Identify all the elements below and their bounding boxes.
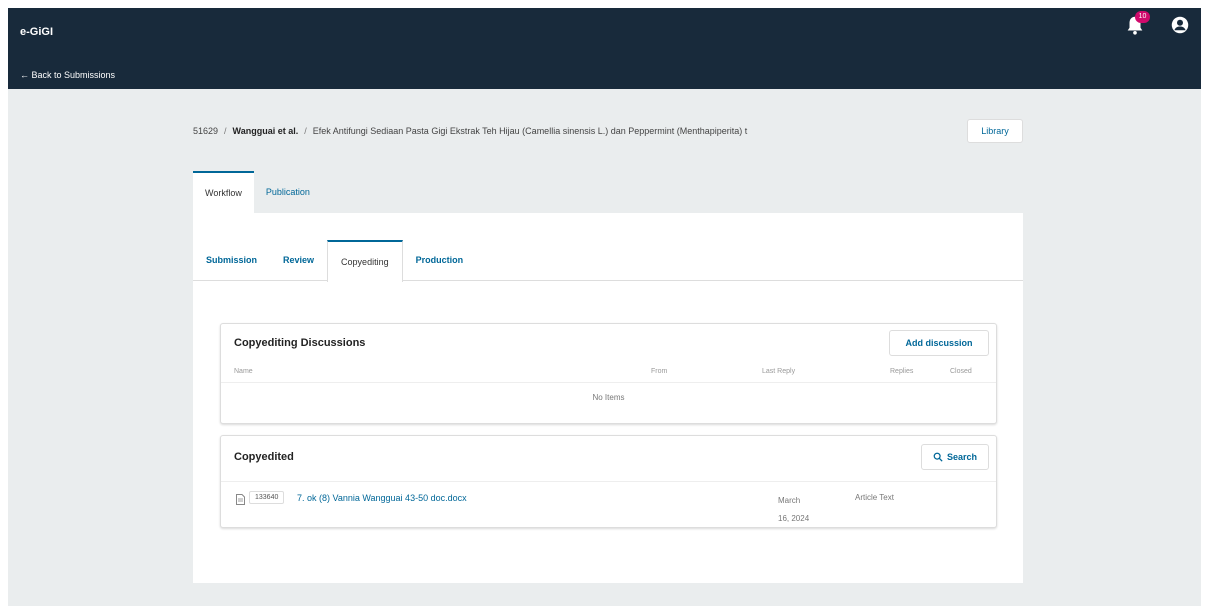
submission-header: 51629 / Wangguai et al. / Efek Antifungi… [193,124,963,138]
submission-author: Wangguai et al. [232,126,299,136]
submission-title: Efek Antifungi Sediaan Pasta Gigi Ekstra… [312,126,748,136]
search-button[interactable]: Search [921,444,989,470]
main-tabs: Workflow Publication [193,171,322,213]
breadcrumb-separator: / [304,126,307,136]
tab-publication[interactable]: Publication [254,171,322,213]
file-row: 133640 7. ok (8) Vannia Wangguai 43-50 d… [221,481,996,529]
file-type: Article Text [855,493,894,502]
file-date-line: 16, 2024 [778,514,810,523]
column-header-name: Name [234,368,253,375]
site-brand[interactable]: e-GiGI [20,26,53,38]
file-date-line: March [778,496,801,505]
column-header-from: From [651,368,668,375]
tab-production[interactable]: Production [403,240,477,280]
add-discussion-button[interactable]: Add discussion [889,330,989,356]
notification-count-badge: 10 [1135,11,1150,23]
workflow-panel: Submission Review Copyediting Production… [193,213,1023,583]
empty-row: No Items [221,382,996,412]
file-name-link[interactable]: 7. ok (8) Vannia Wangguai 43-50 doc.docx [297,493,467,503]
discussions-title: Copyediting Discussions [234,337,366,349]
copyedited-card: Copyedited Search 133640 7. ok (8) Vanni… [220,435,997,528]
back-to-submissions-link[interactable]: ← Back to Submissions [20,70,115,80]
search-icon [933,452,943,462]
submission-id: 51629 [193,126,219,136]
copyedited-title: Copyedited [234,451,294,463]
top-navigation-bar: e-GiGI ← Back to Submissions [8,8,1201,89]
tab-workflow[interactable]: Workflow [193,171,254,213]
user-account-icon[interactable] [1171,16,1189,34]
library-button[interactable]: Library [967,119,1023,143]
column-header-last-reply: Last Reply [762,368,796,375]
column-header-replies: Replies [890,368,914,375]
tab-submission[interactable]: Submission [193,240,270,280]
copyediting-discussions-card: Copyediting Discussions Add discussion N… [220,323,997,424]
column-header-closed: Closed [950,368,972,375]
search-label: Search [946,452,978,462]
file-id-badge: 133640 [249,491,285,504]
tab-copyediting[interactable]: Copyediting [327,240,403,282]
tab-review[interactable]: Review [270,240,327,280]
stage-tabs: Submission Review Copyediting Production [193,240,1023,282]
file-date: March 16, 2024 [778,492,828,528]
breadcrumb-separator: / [224,126,227,136]
file-icon [236,494,245,505]
